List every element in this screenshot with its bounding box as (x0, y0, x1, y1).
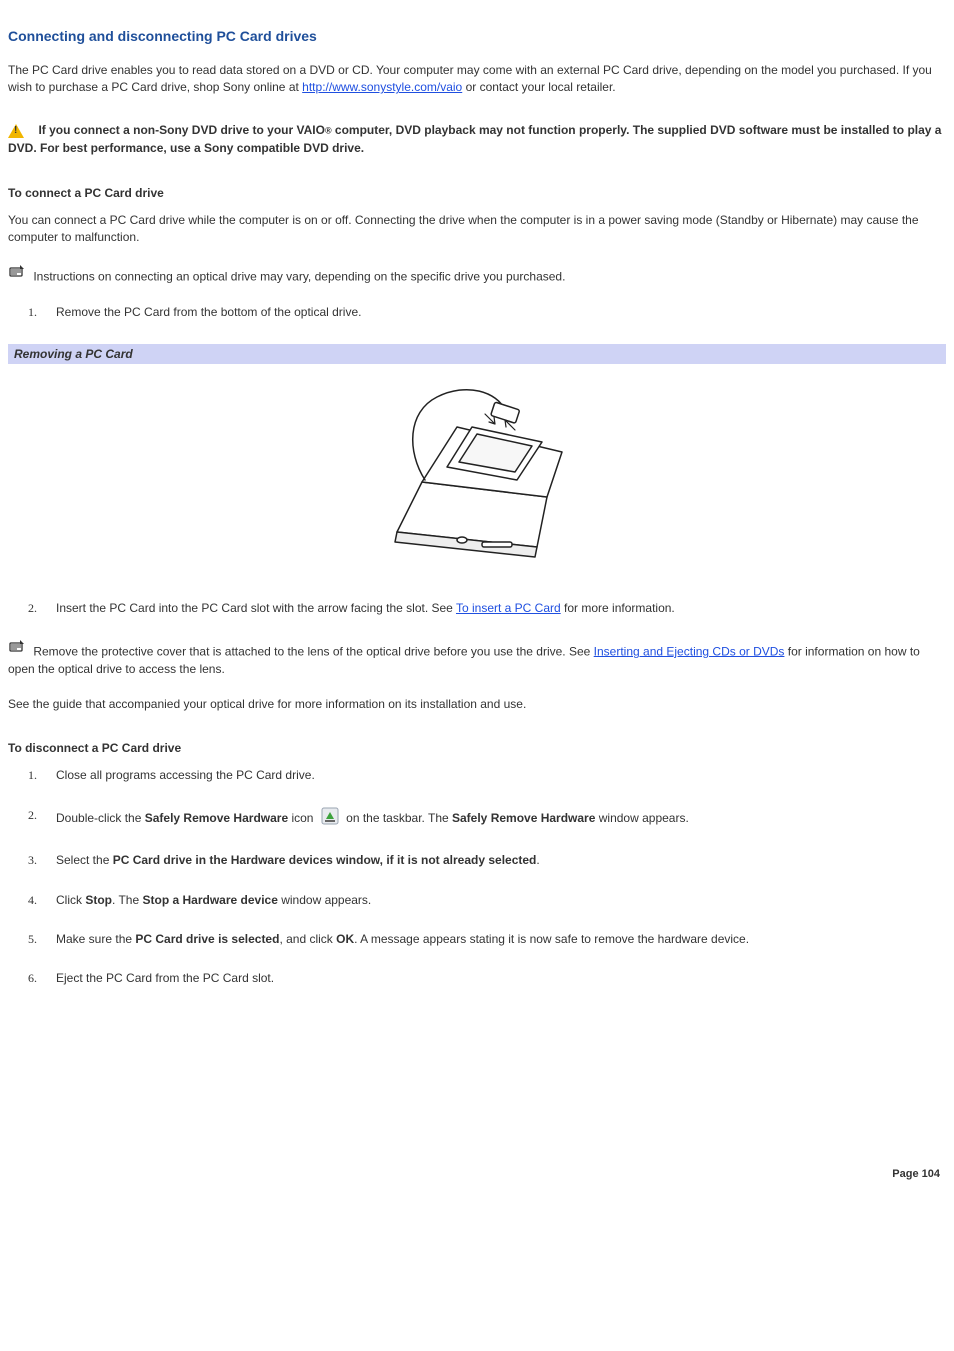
insert-pc-card-link[interactable]: To insert a PC Card (456, 601, 561, 615)
d4d: Stop a Hardware device (142, 893, 277, 907)
disconnect-steps: Close all programs accessing the PC Card… (8, 767, 946, 987)
safely-remove-hardware-icon (321, 807, 339, 830)
warning-text: If you connect a non-Sony DVD drive to y… (8, 123, 941, 155)
sonystyle-link[interactable]: http://www.sonystyle.com/vaio (302, 80, 462, 94)
d5c: , and click (279, 932, 336, 946)
warning-part1: If you connect a non-Sony DVD drive to y… (38, 123, 324, 137)
disconnect-step-4: Click Stop. The Stop a Hardware device w… (8, 892, 946, 909)
connect-heading: To connect a PC Card drive (8, 186, 946, 200)
note-icon (8, 264, 26, 283)
d4b: Stop (85, 893, 112, 907)
d4e: window appears. (278, 893, 371, 907)
d3a: Select the (56, 853, 113, 867)
connect-steps-cont: Insert the PC Card into the PC Card slot… (8, 600, 946, 617)
registered-symbol: ® (325, 125, 332, 135)
page-container: Connecting and disconnecting PC Card dri… (0, 0, 954, 1200)
d5e: . A message appears stating it is now sa… (354, 932, 749, 946)
d4c: . The (112, 893, 142, 907)
connect-steps: Remove the PC Card from the bottom of th… (8, 304, 946, 321)
page-number: Page 104 (8, 1168, 946, 1180)
disconnect-step-6: Eject the PC Card from the PC Card slot. (8, 970, 946, 987)
intro-text-2: or contact your local retailer. (462, 80, 615, 94)
disconnect-step-3: Select the PC Card drive in the Hardware… (8, 852, 946, 869)
d2c: icon (288, 811, 317, 825)
d2a: Double-click the (56, 811, 145, 825)
figure-caption-banner: Removing a PC Card (8, 344, 946, 364)
connect-step-2: Insert the PC Card into the PC Card slot… (8, 600, 946, 617)
disconnect-heading: To disconnect a PC Card drive (8, 741, 946, 755)
warning-callout: If you connect a non-Sony DVD drive to y… (8, 121, 946, 158)
note-block-1: Instructions on connecting an optical dr… (8, 264, 946, 286)
disconnect-step-2: Double-click the Safely Remove Hardware … (8, 807, 946, 830)
step2-text-a: Insert the PC Card into the PC Card slot… (56, 601, 456, 615)
warning-icon (8, 124, 24, 138)
d5d: OK (336, 932, 354, 946)
d2b: Safely Remove Hardware (145, 811, 288, 825)
inserting-ejecting-link[interactable]: Inserting and Ejecting CDs or DVDs (594, 644, 785, 658)
connect-paragraph: You can connect a PC Card drive while th… (8, 212, 946, 247)
d3c: . (536, 853, 539, 867)
d3b: PC Card drive in the Hardware devices wi… (113, 853, 537, 867)
note-icon (8, 639, 26, 658)
d2f: window appears. (595, 811, 688, 825)
disconnect-step-1: Close all programs accessing the PC Card… (8, 767, 946, 784)
intro-paragraph: The PC Card drive enables you to read da… (8, 62, 946, 97)
d5a: Make sure the (56, 932, 135, 946)
connect-guide-paragraph: See the guide that accompanied your opti… (8, 696, 946, 713)
pc-card-drive-illustration (367, 372, 587, 572)
d5b: PC Card drive is selected (135, 932, 279, 946)
d2e: Safely Remove Hardware (452, 811, 595, 825)
connect-step-1: Remove the PC Card from the bottom of th… (8, 304, 946, 321)
disconnect-step-5: Make sure the PC Card drive is selected,… (8, 931, 946, 948)
note1-text: Instructions on connecting an optical dr… (33, 270, 565, 284)
d2d: on the taskbar. The (343, 811, 452, 825)
d4a: Click (56, 893, 85, 907)
page-title: Connecting and disconnecting PC Card dri… (8, 28, 946, 44)
note-block-2: Remove the protective cover that is atta… (8, 639, 946, 678)
figure-wrap (8, 372, 946, 572)
note2-text-a: Remove the protective cover that is atta… (33, 644, 593, 658)
step2-text-b: for more information. (561, 601, 675, 615)
